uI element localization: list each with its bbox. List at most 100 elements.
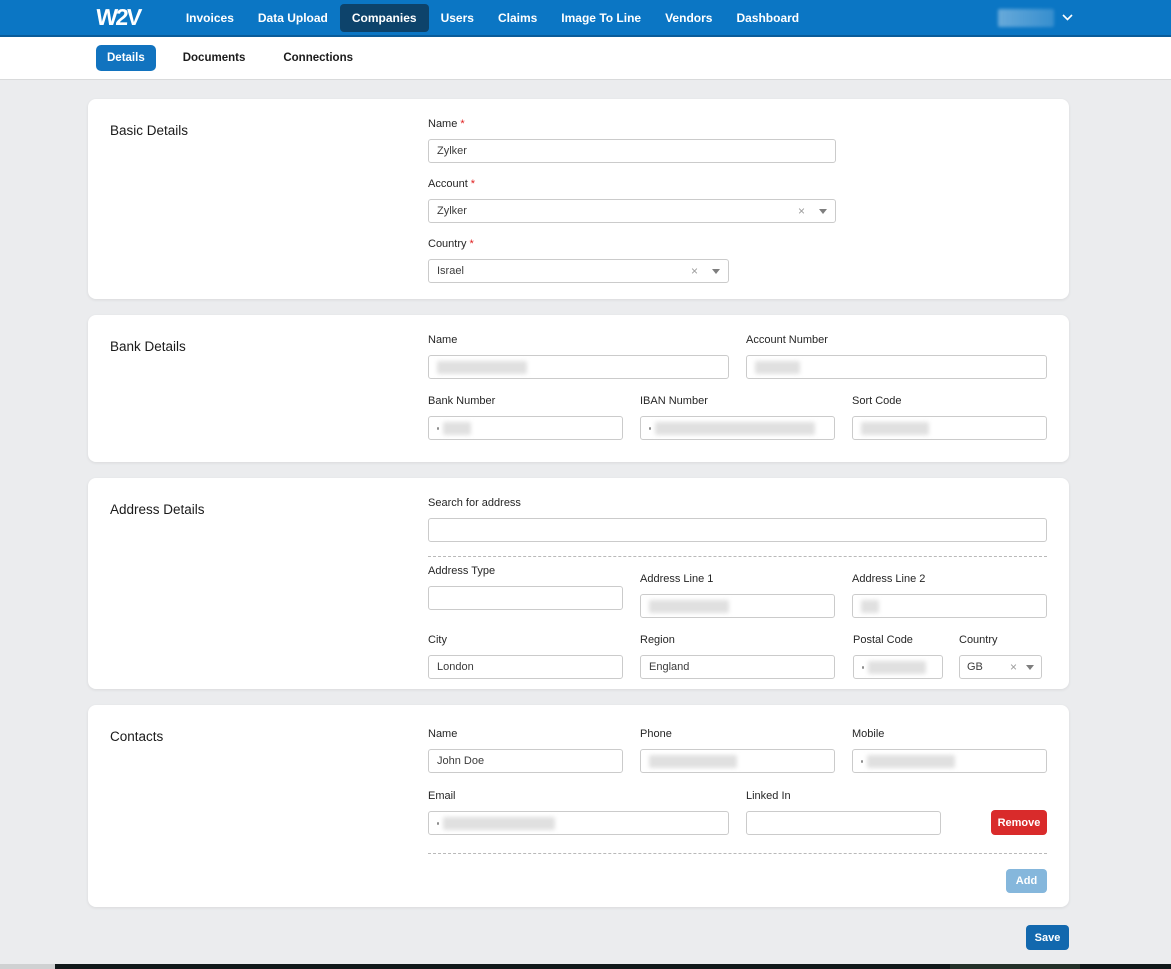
redacted-value: [655, 422, 815, 435]
contact-phone-label: Phone: [640, 728, 835, 741]
add-contact-button[interactable]: Add: [1006, 869, 1047, 893]
sort-code-label: Sort Code: [852, 395, 1047, 408]
clear-icon[interactable]: ×: [691, 265, 698, 277]
iban-number-label: IBAN Number: [640, 395, 835, 408]
basic-details-title: Basic Details: [110, 123, 188, 138]
main-menu: Invoices Data Upload Companies Users Cla…: [174, 4, 811, 32]
iban-number-input[interactable]: [640, 416, 835, 440]
nav-item-companies[interactable]: Companies: [340, 4, 429, 32]
city-value: London: [437, 661, 474, 673]
address-country-value: GB: [967, 661, 983, 673]
main-content: Basic Details Name* Zylker Account* Zylk…: [0, 80, 1171, 950]
redacted-mark: [437, 822, 439, 825]
contact-phone-input[interactable]: [640, 749, 835, 773]
basic-details-card: Basic Details Name* Zylker Account* Zylk…: [88, 99, 1069, 299]
app-logo[interactable]: W2V: [95, 4, 141, 31]
account-select[interactable]: Zylker ×: [428, 199, 836, 223]
save-row: Save: [88, 925, 1069, 950]
clear-icon[interactable]: ×: [798, 205, 805, 217]
country-select[interactable]: Israel ×: [428, 259, 729, 283]
redacted-mark: [861, 760, 863, 763]
region-input[interactable]: England: [640, 655, 835, 679]
redacted-mark: [649, 427, 651, 430]
contact-mobile-label: Mobile: [852, 728, 1047, 741]
nav-item-claims[interactable]: Claims: [486, 4, 549, 32]
bank-name-label: Name: [428, 334, 729, 347]
contact-name-input[interactable]: John Doe: [428, 749, 623, 773]
postal-code-label: Postal Code: [853, 634, 943, 647]
tab-connections[interactable]: Connections: [272, 45, 364, 71]
redacted-value: [443, 422, 471, 435]
company-name-value: Zylker: [437, 145, 467, 157]
bottom-edge-left-segment: [0, 964, 55, 969]
city-input[interactable]: London: [428, 655, 623, 679]
address-search-input[interactable]: [428, 518, 1047, 542]
divider: [428, 853, 1047, 854]
redacted-value: [861, 600, 879, 613]
bank-name-input[interactable]: [428, 355, 729, 379]
bottom-edge-bar: [0, 964, 1171, 969]
divider: [428, 556, 1047, 557]
city-label: City: [428, 634, 623, 647]
contacts-title: Contacts: [110, 729, 163, 744]
redacted-value: [443, 817, 555, 830]
region-value: England: [649, 661, 689, 673]
nav-item-invoices[interactable]: Invoices: [174, 4, 246, 32]
country-value: Israel: [437, 265, 464, 277]
company-tabs: Details Documents Connections: [0, 37, 1171, 80]
bottom-edge-mid-segment: [950, 964, 1080, 969]
chevron-down-icon[interactable]: [1062, 14, 1073, 21]
nav-item-users[interactable]: Users: [429, 4, 486, 32]
nav-item-data-upload[interactable]: Data Upload: [246, 4, 340, 32]
company-name-input[interactable]: Zylker: [428, 139, 836, 163]
redacted-value: [437, 361, 527, 374]
contact-linkedin-input[interactable]: [746, 811, 941, 835]
save-button[interactable]: Save: [1026, 925, 1069, 950]
bank-number-input[interactable]: [428, 416, 623, 440]
address-line1-label: Address Line 1: [640, 573, 835, 586]
address-search-label: Search for address: [428, 497, 1047, 510]
redacted-value: [649, 755, 737, 768]
caret-down-icon[interactable]: [819, 209, 827, 214]
bank-details-card: Bank Details Name Account Number: [88, 315, 1069, 462]
account-number-input[interactable]: [746, 355, 1047, 379]
required-asterisk: *: [460, 118, 464, 131]
postal-code-input[interactable]: [853, 655, 943, 679]
caret-down-icon[interactable]: [712, 269, 720, 274]
account-label: Account*: [428, 178, 836, 191]
tab-details[interactable]: Details: [96, 45, 156, 71]
tab-documents[interactable]: Documents: [172, 45, 257, 71]
clear-icon[interactable]: ×: [1010, 661, 1017, 673]
page: W2V Invoices Data Upload Companies Users…: [0, 0, 1171, 969]
contact-name-value: John Doe: [437, 755, 484, 767]
redacted-mark: [862, 666, 864, 669]
address-line1-input[interactable]: [640, 594, 835, 618]
user-menu[interactable]: [998, 9, 1073, 27]
bank-details-title: Bank Details: [110, 339, 186, 354]
address-line2-label: Address Line 2: [852, 573, 1047, 586]
account-number-label: Account Number: [746, 334, 1047, 347]
nav-item-vendors[interactable]: Vendors: [653, 4, 724, 32]
remove-contact-button[interactable]: Remove: [991, 810, 1047, 835]
caret-down-icon[interactable]: [1026, 665, 1034, 670]
address-type-input[interactable]: [428, 586, 623, 610]
redacted-value: [868, 661, 926, 674]
address-details-title: Address Details: [110, 502, 205, 517]
redacted-value: [861, 422, 929, 435]
address-type-label: Address Type: [428, 565, 623, 578]
contact-mobile-input[interactable]: [852, 749, 1047, 773]
contact-name-label: Name: [428, 728, 623, 741]
user-name-redacted[interactable]: [998, 9, 1054, 27]
redacted-value: [755, 361, 800, 374]
sort-code-input[interactable]: [852, 416, 1047, 440]
address-line2-input[interactable]: [852, 594, 1047, 618]
contact-email-input[interactable]: [428, 811, 729, 835]
address-country-select[interactable]: GB ×: [959, 655, 1042, 679]
redacted-value: [649, 600, 729, 613]
nav-item-image-to-line[interactable]: Image To Line: [549, 4, 653, 32]
name-label: Name*: [428, 118, 836, 131]
redacted-mark: [437, 427, 439, 430]
contact-linkedin-label: Linked In: [746, 790, 941, 803]
nav-item-dashboard[interactable]: Dashboard: [724, 4, 811, 32]
region-label: Region: [640, 634, 835, 647]
